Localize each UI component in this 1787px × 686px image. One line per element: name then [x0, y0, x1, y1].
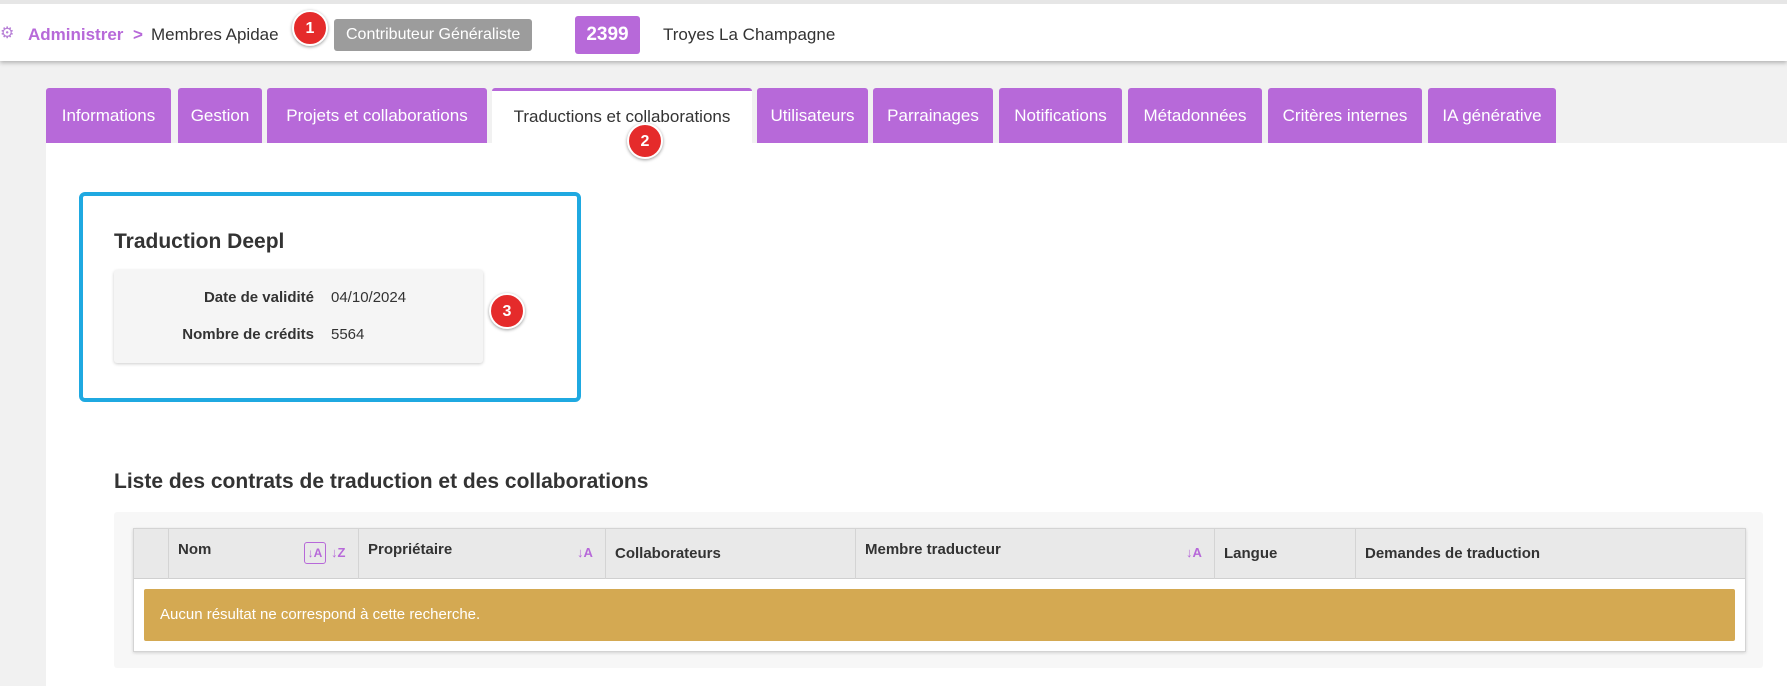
- validity-label: Date de validité: [203, 289, 314, 306]
- validity-value: 04/10/2024: [331, 289, 407, 306]
- breadcrumb-member[interactable]: Membres Apidae: [151, 25, 279, 45]
- tab-projets[interactable]: Projets et collaborations: [267, 88, 487, 143]
- credits-value: 5564: [331, 326, 365, 343]
- sort-icon[interactable]: ↓A: [577, 545, 593, 560]
- tab-gestion[interactable]: Gestion: [178, 88, 262, 143]
- column-header-langue: Langue: [1215, 529, 1356, 579]
- empty-results-message: Aucun résultat ne correspond à cette rec…: [144, 589, 1735, 641]
- role-badge: Contributeur Généraliste: [334, 19, 533, 51]
- tab-ia-generative[interactable]: IA générative: [1428, 88, 1556, 143]
- member-name: Troyes La Champagne: [663, 25, 836, 44]
- sort-desc-icon[interactable]: ↓Z: [331, 545, 345, 560]
- select-column-header: [134, 529, 169, 579]
- tab-informations[interactable]: Informations: [46, 88, 171, 143]
- column-label: Langue: [1224, 545, 1278, 562]
- callout-marker-2: 2: [627, 123, 663, 159]
- column-label: Collaborateurs: [615, 545, 721, 562]
- tab-notifications[interactable]: Notifications: [999, 88, 1122, 143]
- tab-utilisateurs[interactable]: Utilisateurs: [757, 88, 868, 143]
- credits-label: Nombre de crédits: [182, 326, 314, 343]
- callout-marker-3: 3: [489, 293, 525, 329]
- callout-marker-1: 1: [292, 10, 328, 46]
- tab-parrainages[interactable]: Parrainages: [873, 88, 993, 143]
- contracts-title: Liste des contrats de traduction et des …: [114, 470, 649, 493]
- gear-icon[interactable]: ⚙: [0, 26, 16, 42]
- top-bar: ⚙ Administrer > Membres Apidae Contribut…: [0, 0, 1787, 61]
- tab-metadonnees[interactable]: Métadonnées: [1128, 88, 1262, 143]
- deepl-info-card: Date de validité 04/10/2024 Nombre de cr…: [114, 270, 483, 363]
- contracts-table: Nom ↓A ↓Z Propriétaire ↓A Collaborateurs…: [133, 528, 1746, 652]
- column-header-membre-traducteur[interactable]: Membre traducteur ↓A: [856, 529, 1215, 579]
- column-label: Membre traducteur: [865, 541, 1001, 558]
- column-header-demandes: Demandes de traduction: [1356, 529, 1745, 579]
- sort-asc-icon[interactable]: ↓A: [304, 542, 326, 564]
- column-header-proprietaire[interactable]: Propriétaire ↓A: [359, 529, 606, 579]
- chevron-right-icon: >: [133, 25, 143, 44]
- breadcrumb-admin-link[interactable]: Administrer: [28, 25, 123, 45]
- tab-traductions[interactable]: Traductions et collaborations: [492, 88, 752, 143]
- column-header-nom[interactable]: Nom ↓A ↓Z: [169, 529, 359, 579]
- deepl-title: Traduction Deepl: [114, 230, 285, 253]
- column-label: Propriétaire: [368, 541, 453, 558]
- table-header: Nom ↓A ↓Z Propriétaire ↓A Collaborateurs…: [134, 529, 1745, 579]
- tab-criteres-internes[interactable]: Critères internes: [1268, 88, 1422, 143]
- member-id-badge: 2399: [575, 16, 640, 54]
- column-label: Nom: [178, 541, 212, 558]
- sort-icon[interactable]: ↓A: [1186, 545, 1202, 560]
- column-label: Demandes de traduction: [1365, 545, 1541, 562]
- column-header-collaborateurs: Collaborateurs: [606, 529, 856, 579]
